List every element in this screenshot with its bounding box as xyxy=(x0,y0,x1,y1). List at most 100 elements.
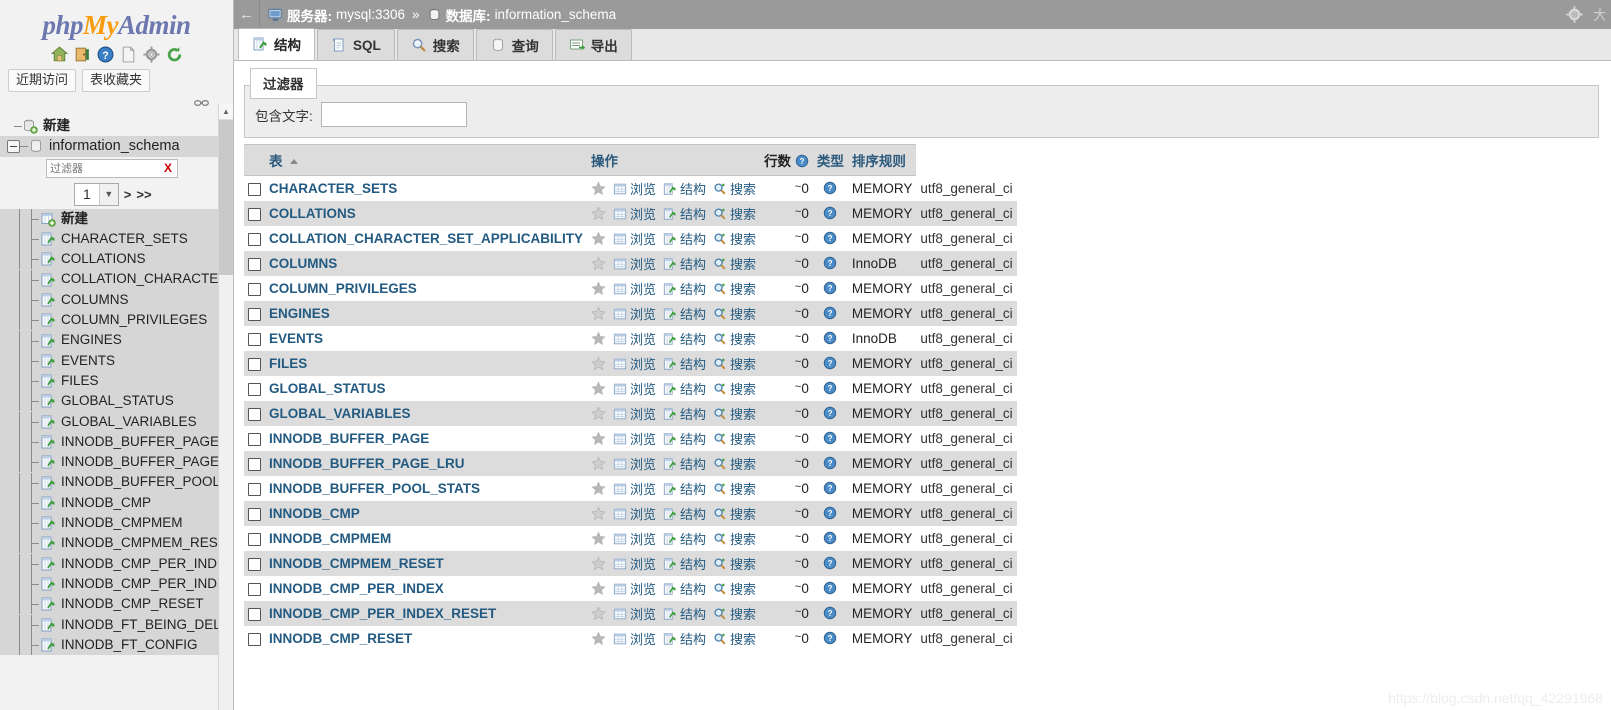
row-count-info-cell[interactable]: ? xyxy=(812,576,848,601)
structure-icon[interactable] xyxy=(663,332,677,346)
row-count-info-icon[interactable]: ? xyxy=(823,206,837,220)
back-button[interactable]: ← xyxy=(234,0,260,29)
favorite-star-icon[interactable] xyxy=(591,456,606,471)
favorite-star-icon[interactable] xyxy=(591,281,606,296)
row-count-info-cell[interactable]: ? xyxy=(812,226,848,251)
gear-icon[interactable] xyxy=(1566,6,1583,23)
search-op[interactable]: 搜索 xyxy=(713,329,756,348)
structure-op[interactable]: 结构 xyxy=(663,254,706,273)
browse-op[interactable]: 浏览 xyxy=(613,504,656,523)
browse-icon[interactable] xyxy=(613,382,627,396)
last-page-button[interactable]: >> xyxy=(136,187,151,202)
breadcrumb-server-value[interactable]: mysql:3306 xyxy=(336,7,405,22)
row-checkbox[interactable] xyxy=(248,307,261,321)
row-count-info-cell[interactable]: ? xyxy=(812,426,848,451)
browse-op[interactable]: 浏览 xyxy=(613,354,656,373)
next-page-button[interactable]: > xyxy=(124,187,132,202)
sidebar-table-item[interactable]: INNODB_FT_BEING_DELE xyxy=(0,614,233,635)
table-name-link[interactable]: FILES xyxy=(269,356,307,371)
logout-icon[interactable] xyxy=(74,46,91,63)
row-checkbox[interactable] xyxy=(248,432,261,446)
overflow-indicator[interactable]: 大 xyxy=(1593,5,1605,25)
favorite-star-icon[interactable] xyxy=(591,256,606,271)
browse-icon[interactable] xyxy=(613,457,627,471)
info-icon[interactable]: ? xyxy=(795,154,809,168)
table-name-link[interactable]: CHARACTER_SETS xyxy=(269,181,397,196)
structure-op[interactable]: 结构 xyxy=(663,604,706,623)
row-count-info-icon[interactable]: ? xyxy=(823,581,837,595)
row-select-cell[interactable] xyxy=(244,175,265,201)
row-select-cell[interactable] xyxy=(244,251,265,276)
row-select-cell[interactable] xyxy=(244,576,265,601)
structure-op[interactable]: 结构 xyxy=(663,329,706,348)
sidebar-table-item[interactable]: INNODB_BUFFER_PAGE xyxy=(0,431,233,453)
browse-icon[interactable] xyxy=(613,407,627,421)
browse-icon[interactable] xyxy=(613,307,627,321)
structure-icon[interactable] xyxy=(663,182,677,196)
structure-icon[interactable] xyxy=(663,532,677,546)
search-op[interactable]: 搜索 xyxy=(713,429,756,448)
table-name-link[interactable]: INNODB_BUFFER_PAGE_LRU xyxy=(269,456,465,471)
sidebar-filter[interactable]: X xyxy=(46,158,178,178)
row-select-cell[interactable] xyxy=(244,301,265,326)
search-icon[interactable] xyxy=(713,507,727,521)
search-icon[interactable] xyxy=(713,382,727,396)
favorite-star-icon[interactable] xyxy=(591,431,606,446)
browse-icon[interactable] xyxy=(613,432,627,446)
sidebar-database-information-schema[interactable]: information_schema xyxy=(0,136,233,157)
favorite-op[interactable] xyxy=(591,606,606,621)
browse-icon[interactable] xyxy=(613,507,627,521)
search-icon[interactable] xyxy=(713,457,727,471)
search-icon[interactable] xyxy=(713,557,727,571)
browse-op[interactable]: 浏览 xyxy=(613,179,656,198)
favorite-op[interactable] xyxy=(591,456,606,471)
settings-icon[interactable] xyxy=(142,46,160,63)
search-op[interactable]: 搜索 xyxy=(713,479,756,498)
search-icon[interactable] xyxy=(713,307,727,321)
table-name-link[interactable]: INNODB_CMPMEM_RESET xyxy=(269,556,444,571)
favorite-star-icon[interactable] xyxy=(591,606,606,621)
row-select-cell[interactable] xyxy=(244,551,265,576)
structure-icon[interactable] xyxy=(663,207,677,221)
sidebar-table-item[interactable]: INNODB_CMP_PER_INDE xyxy=(0,553,233,574)
sidebar-new-table[interactable]: 新建 xyxy=(0,208,233,229)
favorite-op[interactable] xyxy=(591,231,606,246)
tab-查询[interactable]: 查询 xyxy=(475,29,553,60)
row-count-info-cell[interactable]: ? xyxy=(812,251,848,276)
row-count-info-cell[interactable]: ? xyxy=(812,326,848,351)
search-op[interactable]: 搜索 xyxy=(713,604,756,623)
structure-op[interactable]: 结构 xyxy=(663,554,706,573)
sidebar-table-item[interactable]: FILES xyxy=(0,370,233,392)
search-op[interactable]: 搜索 xyxy=(713,554,756,573)
row-count-info-cell[interactable]: ? xyxy=(812,526,848,551)
row-checkbox[interactable] xyxy=(248,332,261,346)
sidebar-table-item[interactable]: INNODB_CMPMEM_RESE xyxy=(0,533,233,554)
row-count-info-cell[interactable]: ? xyxy=(812,276,848,301)
favorite-op[interactable] xyxy=(591,181,606,196)
row-count-info-icon[interactable]: ? xyxy=(823,231,837,245)
structure-op[interactable]: 结构 xyxy=(663,404,706,423)
row-count-info-icon[interactable]: ? xyxy=(823,356,837,370)
table-name-link[interactable]: INNODB_CMPMEM xyxy=(269,531,391,546)
browse-icon[interactable] xyxy=(613,232,627,246)
table-name-link[interactable]: COLLATIONS xyxy=(269,206,356,221)
row-count-info-icon[interactable]: ? xyxy=(823,331,837,345)
browse-op[interactable]: 浏览 xyxy=(613,304,656,323)
row-count-info-cell[interactable]: ? xyxy=(812,501,848,526)
sidebar-table-item[interactable]: INNODB_BUFFER_PAGE_ xyxy=(0,452,233,473)
table-name-link[interactable]: INNODB_CMP_RESET xyxy=(269,631,412,646)
sidebar-table-item[interactable]: COLLATION_CHARACTER xyxy=(0,269,233,290)
header-type[interactable]: 类型 xyxy=(812,144,848,176)
row-count-info-cell[interactable]: ? xyxy=(812,351,848,376)
row-count-info-cell[interactable]: ? xyxy=(812,301,848,326)
browse-op[interactable]: 浏览 xyxy=(613,254,656,273)
row-checkbox[interactable] xyxy=(248,257,261,271)
row-checkbox[interactable] xyxy=(248,457,261,471)
home-icon[interactable] xyxy=(50,46,68,63)
phpmyadmin-logo[interactable]: phpMyAdmin xyxy=(0,0,233,43)
select-all-header[interactable] xyxy=(244,144,265,176)
structure-op[interactable]: 结构 xyxy=(663,229,706,248)
search-icon[interactable] xyxy=(713,632,727,646)
sidebar-table-item[interactable]: INNODB_CMP xyxy=(0,492,233,514)
clear-filter-icon[interactable]: X xyxy=(164,161,172,175)
